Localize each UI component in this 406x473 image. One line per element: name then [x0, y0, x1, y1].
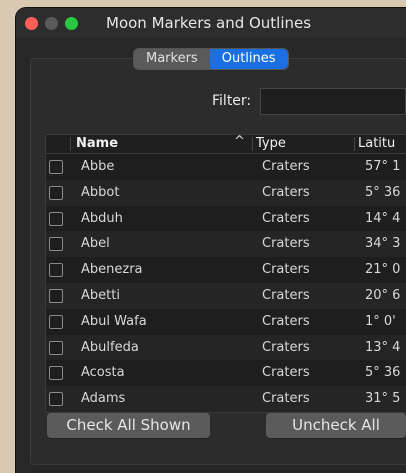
table-row[interactable]: Abenezra Craters 21° 0 — [46, 257, 406, 283]
window-title: Moon Markers and Outlines — [106, 14, 312, 32]
row-name: Abenezra — [81, 262, 143, 278]
tab-markers[interactable]: Markers — [134, 49, 210, 69]
row-name: Abul Wafa — [81, 313, 147, 329]
table-row[interactable]: Abel Craters 34° 3 — [46, 231, 406, 258]
row-type: Craters — [262, 339, 310, 355]
zoom-window-icon[interactable] — [65, 17, 78, 30]
row-latitude: 5° 36 — [365, 365, 401, 381]
row-latitude: 20° 6 — [365, 288, 401, 303]
table-row[interactable]: Abduh Craters 14° 4 — [46, 206, 406, 232]
tab-outlines[interactable]: Outlines — [209, 49, 288, 69]
row-checkbox[interactable] — [49, 237, 63, 252]
column-separator — [354, 137, 355, 151]
row-type: Craters — [262, 365, 310, 381]
row-checkbox[interactable] — [49, 366, 63, 381]
uncheck-all-button[interactable]: Uncheck All — [266, 413, 406, 438]
row-type: Craters — [262, 262, 310, 278]
sort-ascending-icon: ^ — [234, 134, 245, 149]
table-header: Name ^ Type Latitu — [46, 135, 406, 154]
row-checkbox[interactable] — [49, 160, 63, 174]
row-type: Craters — [262, 288, 310, 303]
column-separator — [252, 137, 253, 151]
column-header-type[interactable]: Type — [256, 136, 286, 151]
column-separator — [70, 137, 71, 151]
row-name: Adams — [81, 391, 126, 407]
outlines-table: Name ^ Type Latitu Abbe Craters 57° 1 Ab… — [45, 134, 406, 413]
column-header-latitude[interactable]: Latitu — [358, 136, 395, 151]
close-window-icon[interactable] — [25, 17, 38, 30]
filter-input[interactable] — [260, 88, 406, 115]
minimize-window-icon[interactable] — [45, 17, 58, 30]
row-latitude: 14° 4 — [365, 210, 401, 226]
table-row[interactable]: Adams Craters 31° 5 — [46, 386, 406, 412]
row-checkbox[interactable] — [49, 211, 63, 226]
title-bar: Moon Markers and Outlines — [16, 8, 406, 38]
row-latitude: 1° 0' — [365, 313, 396, 329]
row-type: Craters — [262, 184, 310, 200]
row-latitude: 5° 36 — [365, 184, 401, 200]
check-all-shown-button[interactable]: Check All Shown — [47, 413, 210, 438]
row-checkbox[interactable] — [49, 340, 63, 355]
row-name: Abduh — [81, 210, 123, 226]
row-checkbox[interactable] — [49, 289, 63, 303]
column-header-name[interactable]: Name — [76, 136, 118, 151]
row-latitude: 21° 0 — [365, 262, 401, 278]
row-name: Abetti — [81, 288, 120, 303]
row-latitude: 34° 3 — [365, 236, 401, 252]
table-row[interactable]: Abetti Craters 20° 6 — [46, 283, 406, 309]
row-checkbox[interactable] — [49, 392, 63, 407]
row-name: Abulfeda — [81, 339, 139, 355]
table-row[interactable]: Abulfeda Craters 13° 4 — [46, 334, 406, 361]
row-name: Abel — [81, 236, 110, 252]
row-checkbox[interactable] — [49, 263, 63, 278]
row-type: Craters — [262, 210, 310, 226]
row-name: Abbe — [81, 159, 115, 174]
table-row[interactable]: Abbe Craters 57° 1 — [46, 154, 406, 180]
row-name: Acosta — [81, 365, 125, 381]
table-row[interactable]: Abbot Craters 5° 36 — [46, 179, 406, 206]
table-row[interactable]: Abul Wafa Craters 1° 0' — [46, 309, 406, 335]
row-type: Craters — [262, 236, 310, 252]
row-latitude: 31° 5 — [365, 391, 401, 407]
table-row[interactable]: Acosta Craters 5° 36 — [46, 360, 406, 386]
row-type: Craters — [262, 313, 310, 329]
row-type: Craters — [262, 391, 310, 407]
tab-bar: Markers Outlines — [134, 49, 288, 69]
filter-label: Filter: — [212, 93, 252, 109]
row-name: Abbot — [81, 184, 120, 200]
row-type: Craters — [262, 159, 310, 174]
row-checkbox[interactable] — [49, 314, 63, 329]
row-latitude: 13° 4 — [365, 339, 401, 355]
row-checkbox[interactable] — [49, 185, 63, 200]
row-latitude: 57° 1 — [365, 159, 401, 174]
